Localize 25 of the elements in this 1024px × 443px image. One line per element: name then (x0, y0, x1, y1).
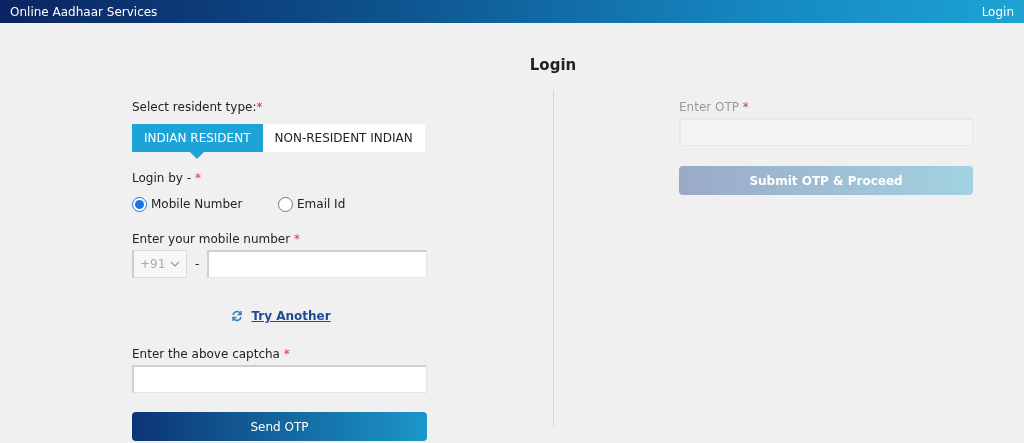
required-mark: * (742, 100, 749, 114)
resident-tab[interactable]: NON-RESIDENT INDIAN (262, 124, 425, 152)
field-label: Enter the above captcha (132, 347, 281, 361)
field-label: Login by - (132, 171, 193, 185)
option-label[interactable]: Mobile Number (151, 195, 243, 213)
selection-pointer-icon (190, 152, 205, 159)
required-mark: * (194, 171, 201, 185)
refresh-icon[interactable] (231, 310, 244, 322)
required-mark: * (283, 347, 290, 361)
option-label[interactable]: Email Id (297, 195, 346, 213)
radio-button[interactable] (278, 196, 293, 212)
field-label: Enter OTP (679, 100, 741, 114)
captcha-field[interactable] (132, 365, 427, 393)
field-label: Select resident type: (132, 100, 257, 114)
radio-button[interactable] (132, 196, 147, 212)
send-otp-button[interactable]: Send OTP (132, 412, 427, 441)
page-title: Login (529, 56, 577, 74)
caret-icon (170, 261, 180, 267)
try-another-link[interactable]: Try Another (251, 307, 331, 325)
separator: - (195, 256, 200, 273)
required-mark: * (256, 100, 263, 114)
required-mark: * (294, 232, 300, 246)
site-title: Online Aadhaar Services (10, 3, 158, 21)
field-label: Enter your mobile number (132, 232, 292, 246)
mobile-number-field[interactable] (207, 250, 427, 278)
